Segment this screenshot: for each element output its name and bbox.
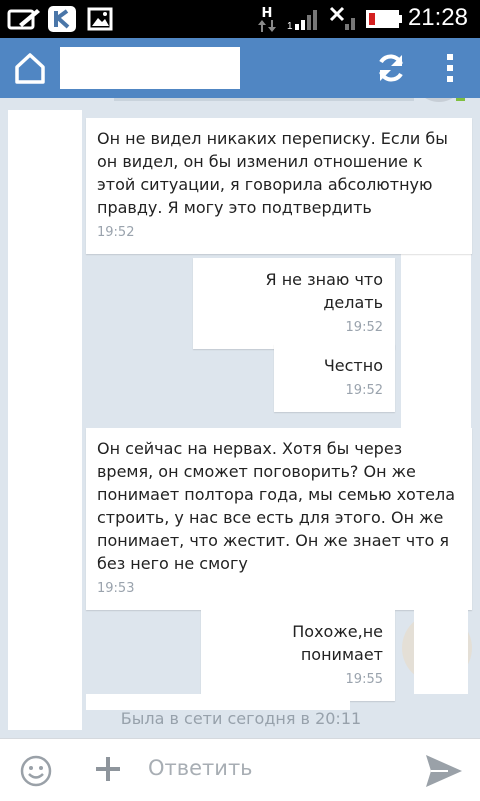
home-icon[interactable] (12, 50, 48, 86)
reply-input[interactable]: Ответить (148, 756, 253, 780)
more-vertical-icon[interactable] (438, 52, 462, 84)
incoming-message[interactable]: Он не видел никаких переписку. Если бы о… (86, 118, 472, 254)
message-time: 19:53 (97, 581, 135, 596)
message-text: Честно (323, 356, 383, 375)
battery-low-icon (364, 6, 404, 32)
refresh-icon[interactable] (374, 51, 408, 85)
svg-text:1: 1 (287, 21, 293, 31)
incoming-message[interactable] (86, 694, 350, 710)
message-text: Он сейчас на нервах. Хотя бы через время… (97, 439, 456, 573)
signal-icon: 1 (286, 6, 326, 32)
message-text: Он не видел никаких переписку. Если бы о… (97, 129, 448, 217)
emoji-icon[interactable] (20, 755, 52, 787)
previous-message-edge (114, 98, 414, 101)
action-bar (0, 38, 480, 98)
send-icon[interactable] (424, 753, 464, 789)
incoming-message[interactable]: Он сейчас на нервах. Хотя бы через время… (86, 428, 472, 610)
message-time: 19:55 (345, 672, 383, 687)
message-time: 19:52 (345, 320, 383, 335)
status-bar: H 1 21:28 (0, 0, 480, 38)
reply-bar: Ответить (0, 738, 480, 801)
vk-app-icon (46, 6, 78, 32)
message-list[interactable]: Он не видел никаких переписку. Если бы о… (0, 98, 480, 738)
plus-icon[interactable] (94, 755, 122, 783)
own-avatar-mask (414, 608, 468, 694)
clock: 21:28 (407, 4, 468, 31)
data-transfer-icon: H (256, 6, 278, 32)
online-indicator (456, 98, 465, 101)
gallery-icon (86, 6, 114, 32)
network-type-label: H (261, 5, 273, 21)
outgoing-message[interactable]: Похоже,не понимает 19:55 (201, 610, 395, 701)
outgoing-message[interactable]: Честно 19:52 (274, 344, 395, 412)
message-time: 19:52 (97, 225, 135, 240)
message-time: 19:52 (345, 383, 383, 398)
message-text: Похоже,не понимает (292, 622, 383, 664)
outgoing-message[interactable]: Я не знаю что делать 19:52 (193, 258, 395, 349)
last-seen-status: Была в сети сегодня в 20:11 (120, 709, 362, 728)
contact-avatar-column (8, 110, 82, 730)
edit-app-icon (6, 6, 42, 32)
no-signal-icon (326, 6, 360, 32)
message-text: Я не знаю что делать (265, 270, 383, 312)
conversation-title[interactable] (60, 47, 240, 89)
